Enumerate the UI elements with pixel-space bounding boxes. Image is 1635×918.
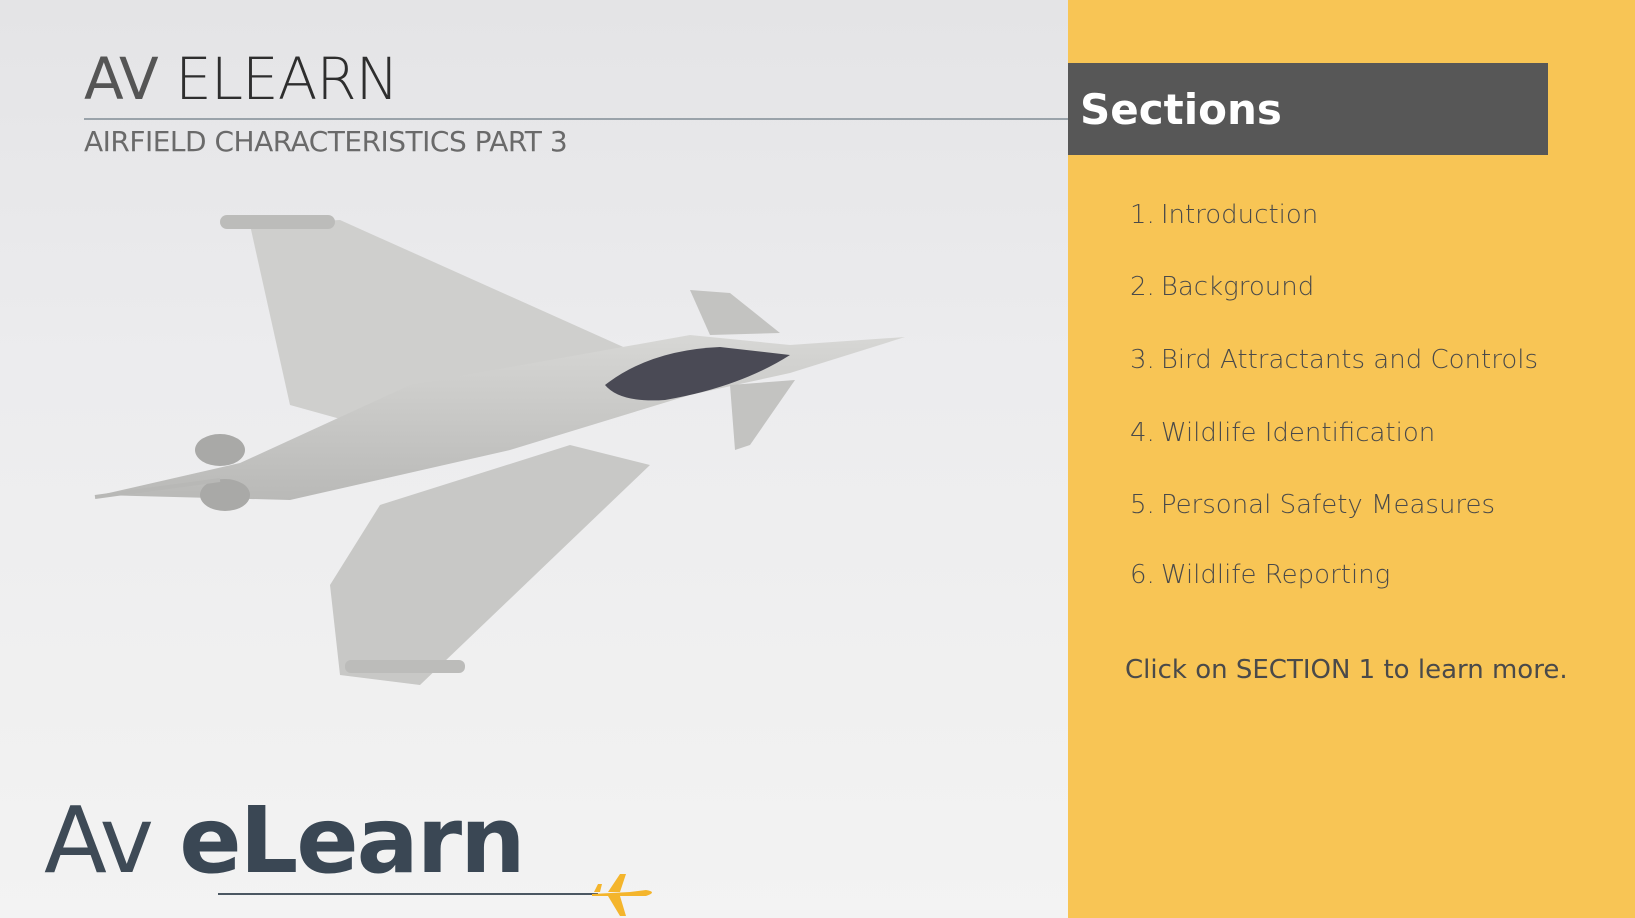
section-item-personal-safety[interactable]: 5. Personal Safety Measures <box>1130 490 1495 520</box>
brand-name: eLearn <box>179 787 525 894</box>
section-item-wildlife-reporting[interactable]: 6. Wildlife Reporting <box>1130 560 1390 590</box>
sections-title: Sections <box>1080 84 1282 134</box>
title-divider <box>84 118 1068 120</box>
plane-icon <box>592 874 652 916</box>
section-item-wildlife-identification[interactable]: 4. Wildlife Identification <box>1130 418 1435 448</box>
page-title: AV ELEARN <box>84 50 399 108</box>
brand-underline <box>218 893 598 895</box>
sections-header: Sections <box>1068 63 1548 155</box>
section-item-background[interactable]: 2. Background <box>1130 272 1314 302</box>
title-main-word: ELEARN <box>175 45 399 113</box>
brand-wordmark: Av eLearn <box>44 795 526 887</box>
page-subtitle: AIRFIELD CHARACTERISTICS PART 3 <box>84 125 568 158</box>
section-item-bird-attractants[interactable]: 3. Bird Attractants and Controls <box>1130 345 1538 375</box>
title-prefix: AV <box>84 45 159 113</box>
brand-prefix: Av <box>44 787 154 894</box>
sections-panel: Sections 1. Introduction 2. Background 3. B… <box>1068 0 1635 918</box>
hero-image-area: AV ELEARN AIRFIELD CHARACTERISTICS PART … <box>0 0 1068 918</box>
fighter-jet-image <box>94 215 905 685</box>
section-item-introduction[interactable]: 1. Introduction <box>1130 200 1318 230</box>
instruction-hint: Click on SECTION 1 to learn more. <box>1125 655 1568 685</box>
